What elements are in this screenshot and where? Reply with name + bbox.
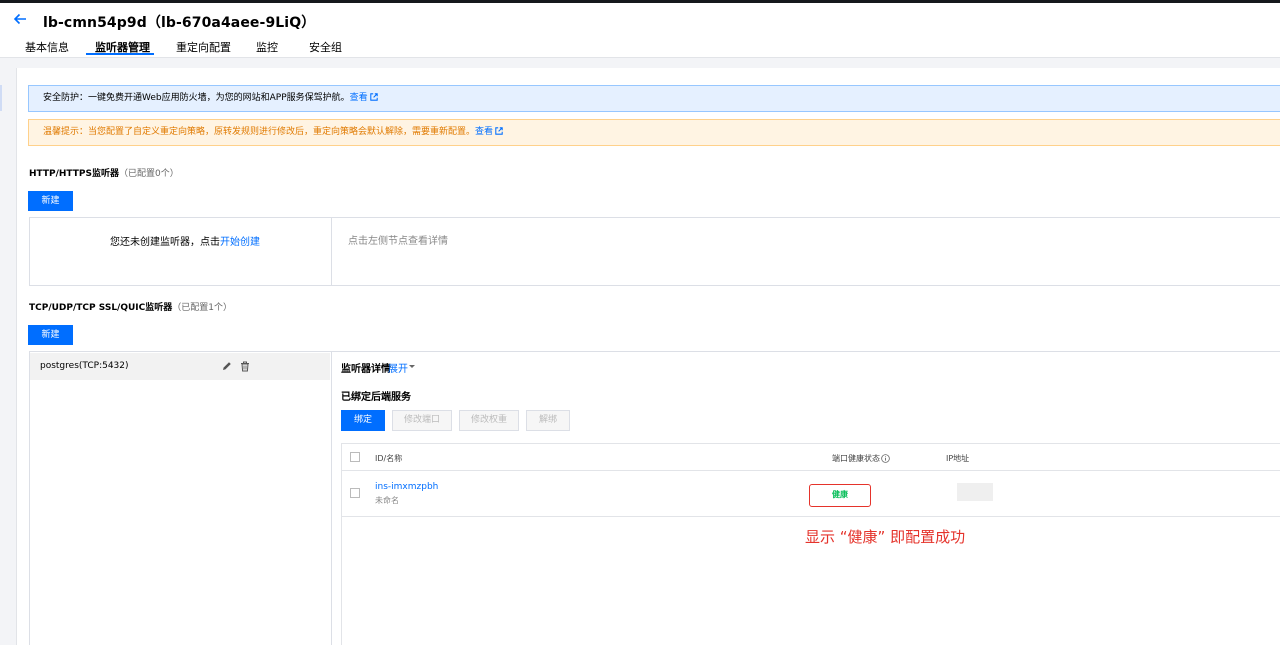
tcp-listener-tree bbox=[29, 351, 332, 645]
row-checkbox[interactable] bbox=[350, 488, 360, 498]
expand-link[interactable]: 展开 bbox=[388, 360, 408, 375]
unbind-button[interactable]: 解绑 bbox=[526, 410, 570, 431]
chevron-down-icon[interactable] bbox=[409, 365, 415, 368]
back-arrow-icon[interactable] bbox=[12, 11, 28, 27]
warning-banner-link[interactable]: 查看 bbox=[475, 127, 493, 137]
tab-redirect-config[interactable]: 重定向配置 bbox=[176, 39, 231, 58]
page-header: lb-cmn54p9d（lb-670a4aee-9LiQ） 基本信息 监听器管理… bbox=[0, 3, 1280, 58]
http-empty-state: 您还未创建监听器，点击开始创建 bbox=[110, 233, 260, 248]
tab-monitoring[interactable]: 监控 bbox=[256, 39, 278, 58]
modify-port-button[interactable]: 修改端口 bbox=[392, 410, 452, 431]
security-banner-text: 安全防护：一键免费开通Web应用防火墙，为您的网站和APP服务保驾护航。 bbox=[43, 93, 350, 103]
tcp-section-count: （已配置1个） bbox=[172, 303, 232, 313]
http-section-title: HTTP/HTTPS监听器（已配置0个） bbox=[29, 166, 179, 179]
listener-item-label: postgres(TCP:5432) bbox=[40, 361, 129, 371]
tcp-section-title: TCP/UDP/TCP SSL/QUIC监听器（已配置1个） bbox=[29, 300, 232, 313]
table-header: ID/名称 端口健康状态 IP地址 bbox=[342, 444, 1280, 471]
warning-banner: 温馨提示：当您配置了自定义重定向策略，原转发规则进行修改后，重定向策略会默认解除… bbox=[28, 119, 1280, 146]
security-banner-link[interactable]: 查看 bbox=[350, 93, 368, 103]
table-row: ins-imxmzpbh 未命名 健康 bbox=[342, 472, 1280, 517]
tab-listener-management[interactable]: 监听器管理 bbox=[95, 39, 150, 58]
column-health: 端口健康状态 bbox=[832, 453, 890, 464]
tab-security-group[interactable]: 安全组 bbox=[309, 39, 342, 58]
modify-weight-button[interactable]: 修改权重 bbox=[459, 410, 519, 431]
tab-basic-info[interactable]: 基本信息 bbox=[25, 39, 69, 58]
bound-services-title: 已绑定后端服务 bbox=[341, 392, 411, 403]
column-ip: IP地址 bbox=[946, 454, 970, 463]
instance-name: 未命名 bbox=[375, 496, 399, 505]
http-listener-detail bbox=[331, 217, 1280, 286]
active-tab-indicator bbox=[86, 53, 154, 55]
security-banner: 安全防护：一键免费开通Web应用防火墙，为您的网站和APP服务保驾护航。查看 bbox=[28, 85, 1280, 112]
select-all-checkbox[interactable] bbox=[350, 452, 360, 462]
start-create-link[interactable]: 开始创建 bbox=[220, 237, 260, 248]
http-listener-tree bbox=[29, 217, 332, 286]
column-health-text: 端口健康状态 bbox=[832, 454, 880, 463]
delete-icon[interactable] bbox=[240, 361, 250, 372]
warning-banner-text: 温馨提示：当您配置了自定义重定向策略，原转发规则进行修改后，重定向策略会默认解除… bbox=[43, 127, 476, 137]
annotation-text: 显示 “健康” 即配置成功 bbox=[805, 528, 966, 546]
instance-id-link[interactable]: ins-imxmzpbh bbox=[375, 482, 438, 492]
edit-icon[interactable] bbox=[222, 361, 232, 371]
ip-address-redacted bbox=[957, 483, 993, 501]
tcp-new-button[interactable]: 新建 bbox=[28, 325, 73, 345]
http-section-title-text: HTTP/HTTPS监听器 bbox=[29, 169, 119, 179]
health-status-badge: 健康 bbox=[809, 484, 871, 507]
external-link-icon[interactable] bbox=[369, 93, 378, 101]
http-section-count: （已配置0个） bbox=[119, 169, 179, 179]
column-id-name: ID/名称 bbox=[375, 454, 403, 463]
page-title: lb-cmn54p9d（lb-670a4aee-9LiQ） bbox=[43, 15, 316, 31]
http-empty-text: 您还未创建监听器，点击 bbox=[110, 237, 220, 248]
info-icon[interactable] bbox=[881, 454, 890, 463]
tcp-section-title-text: TCP/UDP/TCP SSL/QUIC监听器 bbox=[29, 303, 173, 313]
bind-button[interactable]: 绑定 bbox=[341, 410, 385, 431]
listener-item-postgres[interactable]: postgres(TCP:5432) bbox=[30, 353, 330, 380]
sidebar-edge bbox=[0, 85, 2, 111]
http-new-button[interactable]: 新建 bbox=[28, 191, 73, 211]
external-link-icon[interactable] bbox=[495, 127, 503, 135]
listener-detail-title: 监听器详情 bbox=[341, 364, 391, 375]
http-detail-hint: 点击左侧节点查看详情 bbox=[348, 236, 448, 247]
